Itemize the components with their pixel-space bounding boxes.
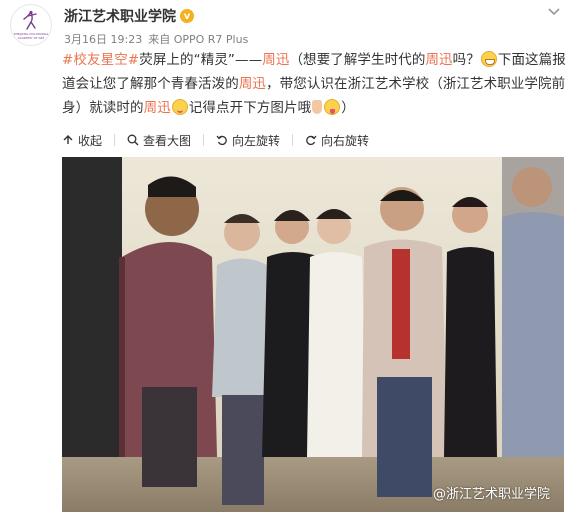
post-source: 来自 OPPO R7 Plus xyxy=(148,33,249,46)
rotate-right-button[interactable]: 向右旋转 xyxy=(305,132,369,149)
smile-icon xyxy=(171,99,188,115)
verified-badge-icon: v xyxy=(180,9,194,23)
arrow-up-icon xyxy=(63,135,73,144)
rotate-left-button[interactable]: 向左旋转 xyxy=(216,132,280,149)
view-large-button[interactable]: 查看大图 xyxy=(127,132,191,149)
post-text-segment: ） xyxy=(341,100,355,116)
post-text-segment: 荧屏上的“精灵”—— xyxy=(139,52,263,68)
post-date[interactable]: 3月16日 19:23 xyxy=(64,31,142,47)
highlighted-keyword[interactable]: 周迅 xyxy=(144,100,171,116)
account-header: 浙江艺术职业学院 v xyxy=(64,6,194,26)
toolbar-divider xyxy=(114,134,116,146)
collapse-label: 收起 xyxy=(78,133,103,148)
group-photo-image xyxy=(62,157,564,512)
toolbar-divider xyxy=(292,134,294,146)
rotate-right-icon xyxy=(306,135,317,146)
watermark-text: @浙江艺术职业学院 xyxy=(432,487,550,502)
account-name[interactable]: 浙江艺术职业学院 xyxy=(64,6,176,26)
rotate-left-icon xyxy=(216,135,227,146)
view-large-label: 查看大图 xyxy=(143,133,192,148)
post-text: #校友星空#荧屏上的“精灵”——周迅（想要了解学生时代的周迅吗？ 下面这篇报道会让… xyxy=(62,48,572,120)
logo-text: ZHEJIANG VOCATIONAL ACADEMY OF ART xyxy=(13,32,49,40)
grin-icon xyxy=(480,51,497,67)
post-text-segment: （想要了解学生时代的 xyxy=(289,52,426,68)
toolbar-divider xyxy=(203,134,205,146)
post-photo[interactable]: @浙江艺术职业学院 xyxy=(62,157,564,512)
magnify-icon xyxy=(127,134,139,146)
pointing-hand-icon xyxy=(312,100,323,114)
highlighted-keyword[interactable]: 周迅 xyxy=(262,52,289,68)
dancer-logo-icon xyxy=(23,10,37,30)
highlighted-keyword[interactable]: 周迅 xyxy=(239,76,266,92)
highlighted-keyword[interactable]: 周迅 xyxy=(425,52,452,68)
post-meta: 3月16日 19:23 来自 OPPO R7 Plus xyxy=(64,31,248,47)
rotate-left-label: 向左旋转 xyxy=(232,133,281,148)
tongue-icon xyxy=(324,99,341,115)
watermark: @浙江艺术职业学院 xyxy=(433,483,550,502)
rotate-right-label: 向右旋转 xyxy=(321,133,370,148)
avatar[interactable]: ZHEJIANG VOCATIONAL ACADEMY OF ART xyxy=(10,4,52,46)
image-toolbar: 收起 查看大图 向左旋转 向右旋转 xyxy=(62,130,565,150)
topic-link[interactable]: #校友星空# xyxy=(62,52,139,68)
post-text-segment: 记得点开下方图片哦 xyxy=(188,100,312,116)
collapse-button[interactable]: 收起 xyxy=(62,132,102,149)
chevron-down-icon[interactable] xyxy=(547,4,561,18)
post-text-segment: 吗？ xyxy=(452,52,480,68)
